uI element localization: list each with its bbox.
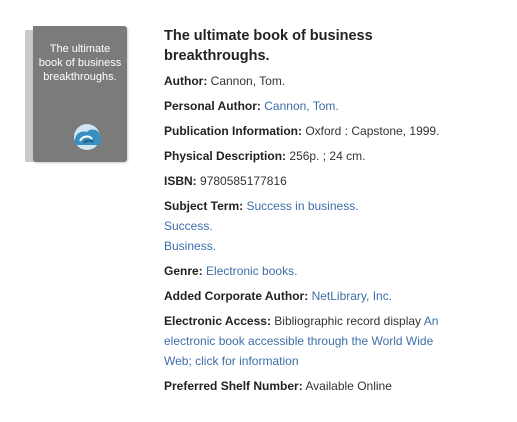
shelf-number-label: Preferred Shelf Number: — [164, 379, 303, 393]
corporate-author-link[interactable]: NetLibrary, Inc. — [312, 289, 392, 303]
electronic-access-link-text: An — [423, 314, 439, 328]
personal-author-link[interactable]: Cannon, Tom. — [264, 99, 339, 113]
book-cover-front: The ultimate book of business breakthrou… — [33, 26, 127, 162]
cloud-logo-icon — [74, 124, 102, 150]
author-row: Author: Cannon, Tom. — [164, 71, 464, 91]
book-cover: The ultimate book of business breakthrou… — [25, 26, 127, 162]
subject-term-link[interactable]: Success in business. — [246, 199, 358, 213]
cover-title-line: breakthroughs. — [43, 71, 117, 83]
shelf-number-value: Available Online — [305, 379, 392, 393]
personal-author-label: Personal Author: — [164, 99, 261, 113]
author-label: Author: — [164, 74, 208, 88]
electronic-access-row: Electronic Access: Bibliographic record … — [164, 311, 464, 371]
subject-term-link[interactable]: Success. — [164, 216, 464, 236]
author-value: Cannon, Tom. — [210, 74, 286, 88]
cover-title: The ultimate book of business breakthrou… — [33, 42, 127, 84]
isbn-value: 9780585177816 — [200, 174, 287, 188]
genre-link[interactable]: Electronic books. — [206, 264, 297, 278]
genre-row: Genre: Electronic books. — [164, 261, 464, 281]
record-title: The ultimate book of business breakthrou… — [164, 26, 464, 66]
corporate-author-label: Added Corporate Author: — [164, 289, 309, 303]
physical-description-value: 256p. ; 24 cm. — [289, 149, 366, 163]
cover-title-line: book of business — [38, 57, 122, 69]
genre-label: Genre: — [164, 264, 203, 278]
publication-value: Oxford : Capstone, 1999. — [305, 124, 440, 138]
shelf-number-row: Preferred Shelf Number: Available Online — [164, 376, 464, 396]
electronic-access-text: Bibliographic record display — [274, 314, 422, 328]
electronic-access-label: Electronic Access: — [164, 314, 271, 328]
personal-author-row: Personal Author: Cannon, Tom. — [164, 96, 464, 116]
publication-label: Publication Information: — [164, 124, 302, 138]
subject-term-link[interactable]: Business. — [164, 236, 464, 256]
corporate-author-row: Added Corporate Author: NetLibrary, Inc. — [164, 286, 464, 306]
isbn-row: ISBN: 9780585177816 — [164, 171, 464, 191]
subject-term-row: Subject Term: Success in business. Succe… — [164, 196, 464, 256]
publication-row: Publication Information: Oxford : Capsto… — [164, 121, 464, 141]
record-details: The ultimate book of business breakthrou… — [164, 26, 464, 401]
isbn-label: ISBN: — [164, 174, 197, 188]
electronic-access-link-text: Web; click for information — [164, 354, 299, 368]
subject-term-label: Subject Term: — [164, 199, 244, 213]
physical-description-label: Physical Description: — [164, 149, 287, 163]
cover-title-line: The ultimate — [49, 43, 111, 55]
record-title-line: The ultimate book of business — [164, 28, 373, 44]
record-title-line: breakthroughs. — [164, 48, 270, 64]
electronic-access-link-text: electronic book accessible through the W… — [164, 334, 434, 348]
physical-description-row: Physical Description: 256p. ; 24 cm. — [164, 146, 464, 166]
